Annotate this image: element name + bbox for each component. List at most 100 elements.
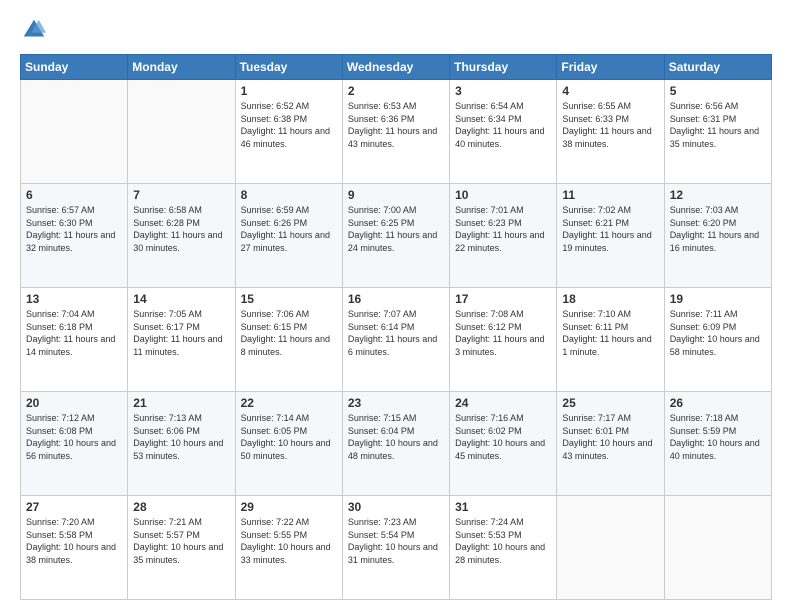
calendar-cell: 25 Sunrise: 7:17 AMSunset: 6:01 PMDayligh… <box>557 392 664 496</box>
calendar-cell: 30 Sunrise: 7:23 AMSunset: 5:54 PMDayligh… <box>342 496 449 600</box>
calendar-cell: 14 Sunrise: 7:05 AMSunset: 6:17 PMDayligh… <box>128 288 235 392</box>
calendar-cell: 2Sunrise: 6:53 AMSunset: 6:36 PMDaylight… <box>342 80 449 184</box>
day-number: 1 <box>241 84 337 98</box>
day-number: 9 <box>348 188 444 202</box>
calendar-week-row: 20 Sunrise: 7:12 AMSunset: 6:08 PMDayligh… <box>21 392 772 496</box>
header <box>20 16 772 44</box>
cell-details: Sunrise: 7:00 AMSunset: 6:25 PMDaylight:… <box>348 205 437 253</box>
calendar-cell: 24Sunrise: 7:16 AMSunset: 6:02 PMDayligh… <box>450 392 557 496</box>
day-number: 23 <box>348 396 444 410</box>
calendar-cell: 7 Sunrise: 6:58 AMSunset: 6:28 PMDaylight… <box>128 184 235 288</box>
calendar-cell: 21 Sunrise: 7:13 AMSunset: 6:06 PMDayligh… <box>128 392 235 496</box>
calendar-cell: 23 Sunrise: 7:15 AMSunset: 6:04 PMDayligh… <box>342 392 449 496</box>
cell-details: Sunrise: 7:03 AMSunset: 6:20 PMDaylight:… <box>670 205 759 253</box>
calendar-cell: 3 Sunrise: 6:54 AMSunset: 6:34 PMDaylight… <box>450 80 557 184</box>
day-number: 24 <box>455 396 551 410</box>
calendar-week-row: 27 Sunrise: 7:20 AMSunset: 5:58 PMDayligh… <box>21 496 772 600</box>
cell-details: Sunrise: 7:18 AMSunset: 5:59 PMDaylight:… <box>670 413 760 461</box>
calendar-cell: 6 Sunrise: 6:57 AMSunset: 6:30 PMDaylight… <box>21 184 128 288</box>
cell-details: Sunrise: 7:05 AMSunset: 6:17 PMDaylight:… <box>133 309 222 357</box>
day-number: 17 <box>455 292 551 306</box>
calendar-cell: 18 Sunrise: 7:10 AMSunset: 6:11 PMDayligh… <box>557 288 664 392</box>
calendar-cell: 22 Sunrise: 7:14 AMSunset: 6:05 PMDayligh… <box>235 392 342 496</box>
cell-details: Sunrise: 6:54 AMSunset: 6:34 PMDaylight:… <box>455 101 544 149</box>
day-number: 30 <box>348 500 444 514</box>
calendar-cell: 19Sunrise: 7:11 AMSunset: 6:09 PMDayligh… <box>664 288 771 392</box>
calendar-cell: 1Sunrise: 6:52 AMSunset: 6:38 PMDaylight… <box>235 80 342 184</box>
calendar-week-row: 13Sunrise: 7:04 AMSunset: 6:18 PMDayligh… <box>21 288 772 392</box>
calendar-cell: 31 Sunrise: 7:24 AMSunset: 5:53 PMDayligh… <box>450 496 557 600</box>
cell-details: Sunrise: 7:02 AMSunset: 6:21 PMDaylight:… <box>562 205 651 253</box>
day-header-wednesday: Wednesday <box>342 55 449 80</box>
calendar-cell: 9 Sunrise: 7:00 AMSunset: 6:25 PMDaylight… <box>342 184 449 288</box>
cell-details: Sunrise: 7:14 AMSunset: 6:05 PMDaylight:… <box>241 413 331 461</box>
cell-details: Sunrise: 7:08 AMSunset: 6:12 PMDaylight:… <box>455 309 544 357</box>
day-header-thursday: Thursday <box>450 55 557 80</box>
day-number: 3 <box>455 84 551 98</box>
cell-details: Sunrise: 6:55 AMSunset: 6:33 PMDaylight:… <box>562 101 651 149</box>
cell-details: Sunrise: 7:06 AMSunset: 6:15 PMDaylight:… <box>241 309 330 357</box>
day-number: 16 <box>348 292 444 306</box>
day-number: 4 <box>562 84 658 98</box>
day-number: 26 <box>670 396 766 410</box>
day-number: 10 <box>455 188 551 202</box>
day-number: 18 <box>562 292 658 306</box>
cell-details: Sunrise: 7:21 AMSunset: 5:57 PMDaylight:… <box>133 517 223 565</box>
logo <box>20 16 52 44</box>
day-number: 11 <box>562 188 658 202</box>
day-number: 29 <box>241 500 337 514</box>
calendar-cell: 11 Sunrise: 7:02 AMSunset: 6:21 PMDayligh… <box>557 184 664 288</box>
day-number: 20 <box>26 396 122 410</box>
calendar-week-row: 6 Sunrise: 6:57 AMSunset: 6:30 PMDaylight… <box>21 184 772 288</box>
day-header-tuesday: Tuesday <box>235 55 342 80</box>
day-number: 31 <box>455 500 551 514</box>
cell-details: Sunrise: 7:15 AMSunset: 6:04 PMDaylight:… <box>348 413 438 461</box>
day-header-saturday: Saturday <box>664 55 771 80</box>
cell-details: Sunrise: 7:13 AMSunset: 6:06 PMDaylight:… <box>133 413 223 461</box>
calendar-cell: 15Sunrise: 7:06 AMSunset: 6:15 PMDayligh… <box>235 288 342 392</box>
day-number: 28 <box>133 500 229 514</box>
cell-details: Sunrise: 6:57 AMSunset: 6:30 PMDaylight:… <box>26 205 115 253</box>
calendar-cell: 28 Sunrise: 7:21 AMSunset: 5:57 PMDayligh… <box>128 496 235 600</box>
cell-details: Sunrise: 7:01 AMSunset: 6:23 PMDaylight:… <box>455 205 544 253</box>
calendar-cell: 10 Sunrise: 7:01 AMSunset: 6:23 PMDayligh… <box>450 184 557 288</box>
cell-details: Sunrise: 6:59 AMSunset: 6:26 PMDaylight:… <box>241 205 330 253</box>
day-number: 27 <box>26 500 122 514</box>
cell-details: Sunrise: 6:58 AMSunset: 6:28 PMDaylight:… <box>133 205 222 253</box>
day-number: 8 <box>241 188 337 202</box>
cell-details: Sunrise: 7:07 AMSunset: 6:14 PMDaylight:… <box>348 309 437 357</box>
day-number: 21 <box>133 396 229 410</box>
calendar-cell: 20 Sunrise: 7:12 AMSunset: 6:08 PMDayligh… <box>21 392 128 496</box>
cell-details: Sunrise: 7:24 AMSunset: 5:53 PMDaylight:… <box>455 517 545 565</box>
calendar-cell: 27 Sunrise: 7:20 AMSunset: 5:58 PMDayligh… <box>21 496 128 600</box>
day-number: 13 <box>26 292 122 306</box>
calendar-cell: 26 Sunrise: 7:18 AMSunset: 5:59 PMDayligh… <box>664 392 771 496</box>
cell-details: Sunrise: 7:12 AMSunset: 6:08 PMDaylight:… <box>26 413 116 461</box>
day-number: 5 <box>670 84 766 98</box>
calendar-cell: 8 Sunrise: 6:59 AMSunset: 6:26 PMDaylight… <box>235 184 342 288</box>
calendar-cell <box>21 80 128 184</box>
calendar-cell <box>664 496 771 600</box>
day-number: 6 <box>26 188 122 202</box>
calendar-cell: 29 Sunrise: 7:22 AMSunset: 5:55 PMDayligh… <box>235 496 342 600</box>
day-number: 14 <box>133 292 229 306</box>
cell-details: Sunrise: 6:53 AMSunset: 6:36 PMDaylight:… <box>348 101 437 149</box>
calendar: SundayMondayTuesdayWednesdayThursdayFrid… <box>20 54 772 600</box>
day-number: 7 <box>133 188 229 202</box>
calendar-cell: 13Sunrise: 7:04 AMSunset: 6:18 PMDayligh… <box>21 288 128 392</box>
day-number: 22 <box>241 396 337 410</box>
cell-details: Sunrise: 7:22 AMSunset: 5:55 PMDaylight:… <box>241 517 331 565</box>
cell-details: Sunrise: 7:11 AMSunset: 6:09 PMDaylight:… <box>670 309 760 357</box>
cell-details: Sunrise: 7:23 AMSunset: 5:54 PMDaylight:… <box>348 517 438 565</box>
cell-details: Sunrise: 7:20 AMSunset: 5:58 PMDaylight:… <box>26 517 116 565</box>
day-header-monday: Monday <box>128 55 235 80</box>
cell-details: Sunrise: 6:56 AMSunset: 6:31 PMDaylight:… <box>670 101 759 149</box>
logo-icon <box>20 16 48 44</box>
day-header-friday: Friday <box>557 55 664 80</box>
calendar-cell: 17 Sunrise: 7:08 AMSunset: 6:12 PMDayligh… <box>450 288 557 392</box>
day-number: 25 <box>562 396 658 410</box>
calendar-cell: 4 Sunrise: 6:55 AMSunset: 6:33 PMDaylight… <box>557 80 664 184</box>
day-header-sunday: Sunday <box>21 55 128 80</box>
cell-details: Sunrise: 7:17 AMSunset: 6:01 PMDaylight:… <box>562 413 652 461</box>
cell-details: Sunrise: 7:10 AMSunset: 6:11 PMDaylight:… <box>562 309 651 357</box>
